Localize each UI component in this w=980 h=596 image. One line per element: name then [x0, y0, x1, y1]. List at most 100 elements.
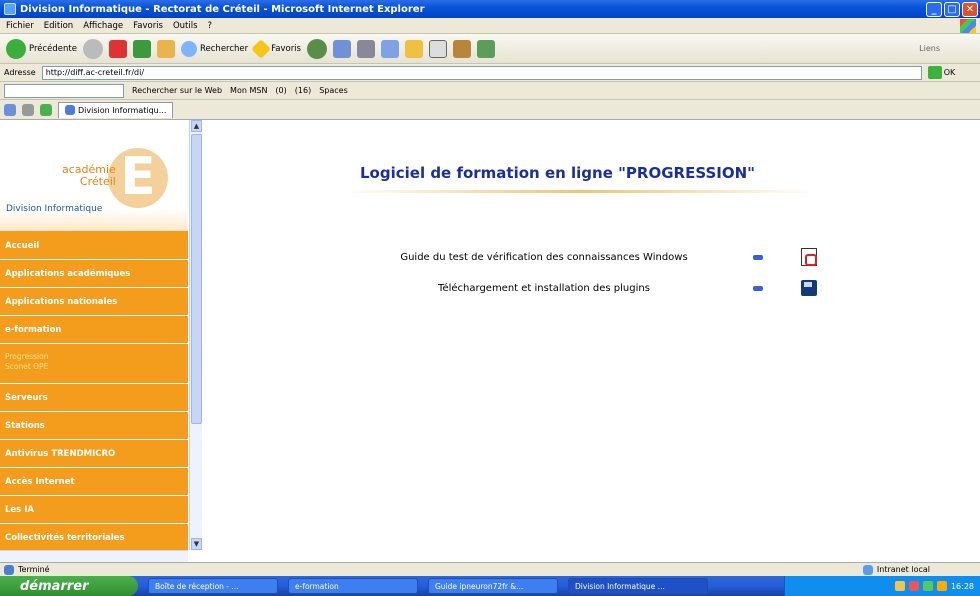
- nav-applications-academiques[interactable]: Applications académiques: [0, 260, 188, 288]
- nav-e-formation[interactable]: e-formation: [0, 316, 188, 344]
- maximize-button[interactable]: □: [944, 1, 960, 17]
- search-button[interactable]: Rechercher: [181, 40, 248, 57]
- links-label[interactable]: Liens: [919, 44, 940, 53]
- favorites-label: Favoris: [271, 43, 301, 54]
- spaces-button[interactable]: Spaces: [319, 86, 348, 95]
- nav-les-ia[interactable]: Les IA: [0, 496, 188, 524]
- division-label: Division Informatique: [6, 204, 103, 214]
- menu-edition[interactable]: Edition: [44, 21, 73, 31]
- minimize-button[interactable]: _: [926, 1, 942, 17]
- mail-icon[interactable]: [332, 39, 351, 58]
- nav-serveurs[interactable]: Serveurs: [0, 384, 188, 412]
- menu-bar: Fichier Edition Affichage Favoris Outils…: [0, 18, 980, 34]
- window-title-bar[interactable]: Division Informatique - Rectorat de Crét…: [0, 0, 980, 18]
- scroll-thumb[interactable]: [191, 134, 202, 424]
- menu-favoris[interactable]: Favoris: [133, 21, 163, 31]
- tab-bar: Division Informatiqu...: [0, 100, 980, 120]
- title-divider: [345, 190, 815, 193]
- inbox-count[interactable]: (16): [295, 86, 311, 95]
- tab-label: Division Informatiqu...: [78, 105, 167, 115]
- link-row-guide: Guide du test de vérification des connai…: [350, 248, 817, 266]
- page-icon[interactable]: [428, 39, 447, 58]
- home-icon[interactable]: [157, 39, 175, 58]
- task-guide[interactable]: Guide ipneuron72fr &...: [428, 578, 558, 594]
- go-label: OK: [943, 68, 956, 77]
- nav-sconet-ope[interactable]: Sconet OPE: [5, 362, 183, 372]
- address-url: http://diff.ac-creteil.fr/di/: [45, 68, 145, 77]
- pdf-icon[interactable]: [801, 248, 817, 266]
- sidebar-nav: Accueil Applications académiques Applica…: [0, 232, 188, 552]
- edit-icon[interactable]: [380, 39, 399, 58]
- tab-division-informatique[interactable]: Division Informatiqu...: [58, 101, 174, 118]
- tray-icon-3[interactable]: [922, 581, 933, 591]
- window-title: Division Informatique - Rectorat de Crét…: [20, 3, 425, 15]
- sidebar-scrollbar[interactable]: ▲ ▼: [189, 120, 202, 550]
- plugins-link[interactable]: Téléchargement et installation des plugi…: [350, 283, 738, 294]
- mail-count[interactable]: (0): [275, 86, 286, 95]
- page-content: E académie Créteil Division Informatique…: [0, 120, 980, 562]
- menu-help[interactable]: ?: [208, 21, 213, 31]
- status-text: Terminé: [18, 565, 50, 574]
- scroll-up-icon[interactable]: ▲: [191, 120, 202, 132]
- tray-icon-1[interactable]: [894, 581, 905, 591]
- download-icon[interactable]: [801, 280, 817, 296]
- page-title: Logiciel de formation en ligne "PROGRESS…: [360, 164, 755, 182]
- print-icon[interactable]: [356, 39, 375, 58]
- back-button[interactable]: Précédente: [6, 38, 77, 59]
- zone-label: Intranet local: [876, 565, 930, 574]
- clock[interactable]: 16:28: [951, 582, 974, 591]
- messenger-icon[interactable]: [476, 39, 495, 58]
- security-zone[interactable]: Intranet local: [862, 564, 930, 575]
- refresh-icon[interactable]: [133, 39, 151, 58]
- windows-logo-icon: [960, 19, 976, 33]
- sidebar: E académie Créteil Division Informatique…: [0, 120, 188, 552]
- horizontal-scrollbar[interactable]: [0, 550, 188, 562]
- address-bar: Adresse http://diff.ac-creteil.fr/di/ OK: [0, 64, 980, 82]
- search-web-button[interactable]: Rechercher sur le Web: [132, 86, 222, 95]
- menu-affichage[interactable]: Affichage: [83, 21, 123, 31]
- search-icon: [181, 40, 197, 57]
- mon-msn-button[interactable]: Mon MSN: [230, 86, 267, 95]
- back-label: Précédente: [29, 43, 77, 54]
- bullet-icon: [753, 254, 763, 260]
- task-division-informatique[interactable]: Division Informatique ...: [568, 578, 708, 594]
- nav-collectivites[interactable]: Collectivités territoriales: [0, 524, 188, 552]
- history-icon[interactable]: [306, 38, 327, 59]
- bullet-icon: [753, 285, 763, 291]
- quick-tabs-icon[interactable]: [22, 103, 34, 116]
- nav-accueil[interactable]: Accueil: [0, 232, 188, 260]
- nav-progression[interactable]: Progression: [5, 352, 183, 362]
- address-label: Adresse: [4, 68, 36, 77]
- menu-outils[interactable]: Outils: [173, 21, 198, 31]
- forward-button[interactable]: [83, 38, 103, 59]
- task-inbox[interactable]: Boîte de réception - ...: [148, 578, 278, 594]
- address-input[interactable]: http://diff.ac-creteil.fr/di/: [41, 65, 922, 80]
- task-e-formation[interactable]: e-formation: [288, 578, 418, 594]
- link-row-plugins: Téléchargement et installation des plugi…: [350, 280, 817, 296]
- nav-stations[interactable]: Stations: [0, 412, 188, 440]
- nav-acces-internet[interactable]: Accès Internet: [0, 468, 188, 496]
- nav-antivirus[interactable]: Antivirus TRENDMICRO: [0, 440, 188, 468]
- msn-search-field[interactable]: [4, 83, 124, 98]
- tab-list-icon[interactable]: [4, 103, 16, 116]
- tray-icon-4[interactable]: [936, 581, 947, 591]
- stop-icon[interactable]: [109, 39, 127, 58]
- guide-link[interactable]: Guide du test de vérification des connai…: [350, 252, 738, 263]
- page-done-icon: [4, 564, 14, 575]
- sidebar-header: E académie Créteil Division Informatique: [0, 120, 188, 232]
- nav-applications-nationales[interactable]: Applications nationales: [0, 288, 188, 316]
- add-tab-icon[interactable]: [40, 103, 52, 116]
- research-icon[interactable]: [452, 39, 471, 58]
- standard-toolbar: Précédente Rechercher Favoris Liens: [0, 34, 980, 64]
- close-button[interactable]: ✕: [962, 1, 978, 17]
- system-tray: 16:28: [784, 576, 980, 596]
- ie-icon: [4, 3, 16, 15]
- scroll-down-icon[interactable]: ▼: [191, 538, 202, 550]
- folder-icon[interactable]: [404, 39, 423, 58]
- star-icon: [251, 38, 272, 59]
- go-button[interactable]: OK: [927, 66, 956, 79]
- menu-fichier[interactable]: Fichier: [6, 21, 34, 31]
- favorites-button[interactable]: Favoris: [251, 38, 301, 59]
- start-button[interactable]: démarrer: [0, 576, 138, 596]
- tray-icon-2[interactable]: [908, 581, 919, 591]
